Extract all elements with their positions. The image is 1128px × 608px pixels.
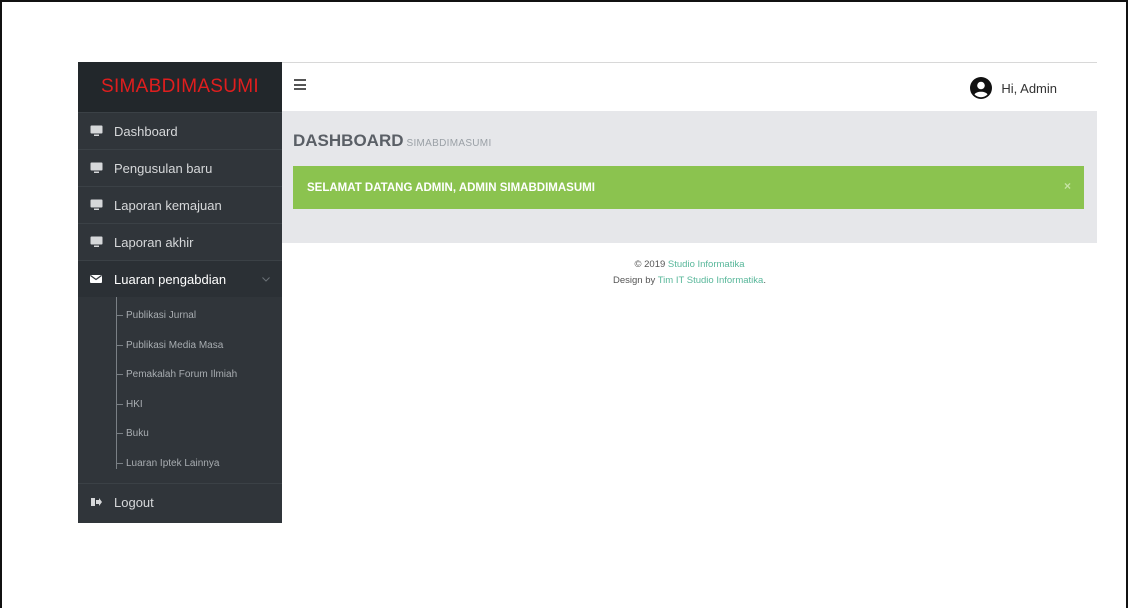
footer-copyright: © 2019 Studio Informatika bbox=[634, 259, 745, 270]
sidebar-item-dashboard[interactable]: Dashboard bbox=[78, 112, 282, 149]
monitor-icon bbox=[78, 236, 114, 248]
hamburger-icon[interactable] bbox=[294, 79, 306, 93]
submenu-item-publikasi-jurnal[interactable]: Publikasi Jurnal bbox=[78, 301, 282, 331]
sidebar-item-label: Laporan kemajuan bbox=[114, 197, 222, 213]
sidebar-item-logout[interactable]: Logout bbox=[78, 483, 282, 520]
sidebar-item-label: Laporan akhir bbox=[114, 234, 194, 250]
footer: © 2019 Studio Informatika Design by Tim … bbox=[282, 257, 1097, 289]
sidebar-item-label: Logout bbox=[114, 494, 154, 510]
main-content: DASHBOARD SIMABDIMASUMI SELAMAT DATANG AD… bbox=[282, 111, 1097, 243]
user-circle-icon bbox=[970, 77, 993, 99]
submenu-item-buku[interactable]: Buku bbox=[78, 419, 282, 449]
sidebar-item-luaran-pengabdian[interactable]: Luaran pengabdian bbox=[78, 260, 282, 297]
user-greeting: Hi, Admin bbox=[1001, 80, 1057, 96]
submenu-item-publikasi-media-masa[interactable]: Publikasi Media Masa bbox=[78, 331, 282, 361]
envelope-icon bbox=[78, 274, 114, 284]
submenu-item-luaran-iptek-lainnya[interactable]: Luaran Iptek Lainnya bbox=[78, 449, 282, 479]
sidebar-item-label: Dashboard bbox=[114, 123, 178, 139]
sidebar: SIMABDIMASUMI Dashboard Pengusulan baru … bbox=[78, 62, 282, 523]
welcome-alert: SELAMAT DATANG ADMIN, ADMIN SIMABDIMASUM… bbox=[293, 166, 1084, 209]
sidebar-item-label: Luaran pengabdian bbox=[114, 271, 227, 287]
user-menu[interactable]: Hi, Admin bbox=[970, 77, 1057, 99]
submenu-item-pemakalah-forum-ilmiah[interactable]: Pemakalah Forum Ilmiah bbox=[78, 360, 282, 390]
monitor-icon bbox=[78, 162, 114, 174]
sign-out-icon bbox=[78, 497, 114, 507]
submenu-item-hki[interactable]: HKI bbox=[78, 390, 282, 420]
studio-informatika-link[interactable]: Studio Informatika bbox=[668, 259, 745, 270]
footer-design-credit: Design by Tim IT Studio Informatika. bbox=[613, 275, 766, 286]
page-subtitle: SIMABDIMASUMI bbox=[406, 138, 492, 149]
monitor-icon bbox=[78, 125, 114, 137]
chevron-down-icon[interactable] bbox=[262, 274, 270, 285]
alert-message: SELAMAT DATANG ADMIN, ADMIN SIMABDIMASUM… bbox=[307, 181, 595, 194]
sidebar-item-label: Pengusulan baru bbox=[114, 160, 213, 176]
monitor-icon bbox=[78, 199, 114, 211]
page-title: DASHBOARD SIMABDIMASUMI bbox=[293, 131, 492, 150]
luaran-submenu: Publikasi Jurnal Publikasi Media Masa Pe… bbox=[78, 297, 282, 483]
brand-logo[interactable]: SIMABDIMASUMI bbox=[78, 62, 282, 112]
close-icon[interactable]: × bbox=[1064, 179, 1071, 193]
sidebar-item-laporan-akhir[interactable]: Laporan akhir bbox=[78, 223, 282, 260]
top-bar: Hi, Admin bbox=[282, 62, 1097, 111]
sidebar-item-pengusulan-baru[interactable]: Pengusulan baru bbox=[78, 149, 282, 186]
sidebar-item-laporan-kemajuan[interactable]: Laporan kemajuan bbox=[78, 186, 282, 223]
tim-it-link[interactable]: Tim IT Studio Informatika bbox=[658, 275, 764, 286]
